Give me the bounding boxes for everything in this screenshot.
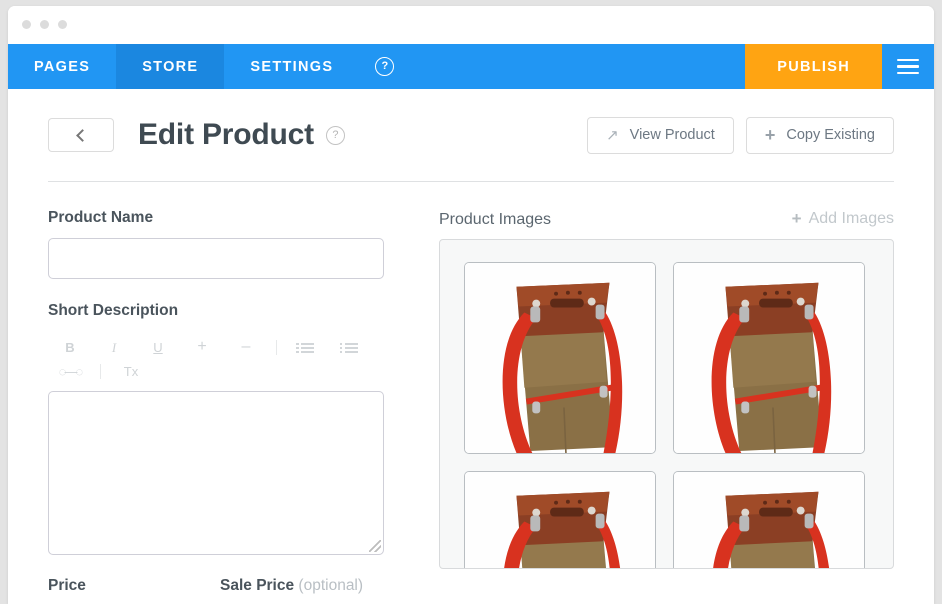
product-images-panel [439,239,894,569]
maximize-dot[interactable] [58,20,67,29]
product-image-thumbnail[interactable] [673,471,865,568]
bag-photo-icon [674,472,864,568]
decrease-font-size-icon[interactable]: – [224,339,268,355]
publish-button-label: PUBLISH [777,58,850,75]
product-images-column: Product Images + Add Images [439,209,894,604]
nav-item-pages[interactable]: PAGES [8,44,116,89]
copy-existing-button-label: Copy Existing [786,127,875,143]
bag-photo-icon [465,472,655,568]
bag-photo-icon [674,263,864,453]
nav-item-store[interactable]: STORE [116,44,225,89]
page-header: Edit Product ? ↗ View Product + Copy Exi… [48,89,894,181]
nav-item-pages-label: PAGES [34,58,91,75]
unordered-list-icon[interactable] [329,341,373,354]
product-name-label: Product Name [48,209,154,226]
price-label: Price [48,577,86,594]
sale-price-label-text: Sale Price [220,577,295,594]
short-description-textarea[interactable] [48,391,384,555]
sale-price-label: Sale Price (optional) [220,577,392,595]
add-images-label: Add Images [808,210,894,227]
nav-item-settings[interactable]: SETTINGS [224,44,359,89]
price-column: Price [48,577,220,604]
nav-help-button[interactable]: ? [359,44,410,89]
product-form-column: Product Name Short Description B I U + – [48,209,392,604]
product-image-thumbnail[interactable] [464,262,656,454]
nav-item-store-label: STORE [142,58,199,75]
short-description-label: Short Description [48,302,179,319]
plus-icon: + [791,209,802,228]
nav-item-settings-label: SETTINGS [250,58,334,75]
header-divider [48,181,894,182]
product-images-title: Product Images [439,211,552,228]
browser-window: PAGES STORE SETTINGS ? PUBLISH Edit Prod… [8,6,934,604]
hamburger-icon[interactable] [882,44,934,89]
link-icon[interactable]: ◌—◌ [48,365,92,378]
content-columns: Product Name Short Description B I U + – [48,209,894,604]
toolbar-separator [276,339,277,355]
page-title: Edit Product [138,118,314,151]
rich-text-toolbar-row-2: ◌—◌ Tx [48,359,384,383]
ordered-list-icon[interactable] [285,341,329,354]
copy-existing-button[interactable]: + Copy Existing [745,116,894,154]
textarea-resize-handle[interactable] [369,540,381,552]
product-images-header: Product Images + Add Images [439,209,894,229]
page-body: Edit Product ? ↗ View Product + Copy Exi… [8,89,934,604]
plus-icon: + [764,125,776,145]
page-title-help-icon[interactable]: ? [325,125,345,145]
bold-icon[interactable]: B [48,341,92,354]
view-product-button[interactable]: ↗ View Product [587,116,734,154]
chevron-left-icon [76,128,89,142]
sale-price-optional-note: (optional) [298,577,364,594]
view-product-button-label: View Product [629,127,715,143]
rich-text-toolbar: B I U + – ◌—◌ Tx [48,331,384,385]
window-titlebar [8,6,934,44]
underline-icon[interactable]: U [136,341,180,354]
question-mark-icon: ? [375,57,395,76]
close-dot[interactable] [22,20,31,29]
add-images-button[interactable]: + Add Images [792,209,894,229]
minimize-dot[interactable] [40,20,49,29]
sale-price-column: Sale Price (optional) [220,577,392,604]
external-link-arrow-icon: ↗ [606,126,619,144]
publish-button[interactable]: PUBLISH [745,44,882,89]
product-image-thumbnail[interactable] [673,262,865,454]
product-image-thumbnail[interactable] [464,471,656,568]
product-name-input[interactable] [48,238,384,279]
rich-text-toolbar-row-1: B I U + – [48,335,384,359]
window-controls [22,20,67,29]
toolbar-separator-2 [100,363,101,379]
desktop-backdrop: PAGES STORE SETTINGS ? PUBLISH Edit Prod… [0,0,942,604]
back-button[interactable] [48,118,114,152]
clear-formatting-icon[interactable]: Tx [109,365,153,378]
price-row: Price Sale Price (optional) [48,577,392,604]
increase-font-size-icon[interactable]: + [180,339,224,355]
product-image-grid [464,262,893,568]
bag-photo-icon [465,263,655,453]
italic-icon[interactable]: I [92,341,136,354]
top-navigation-bar: PAGES STORE SETTINGS ? PUBLISH [8,44,934,89]
